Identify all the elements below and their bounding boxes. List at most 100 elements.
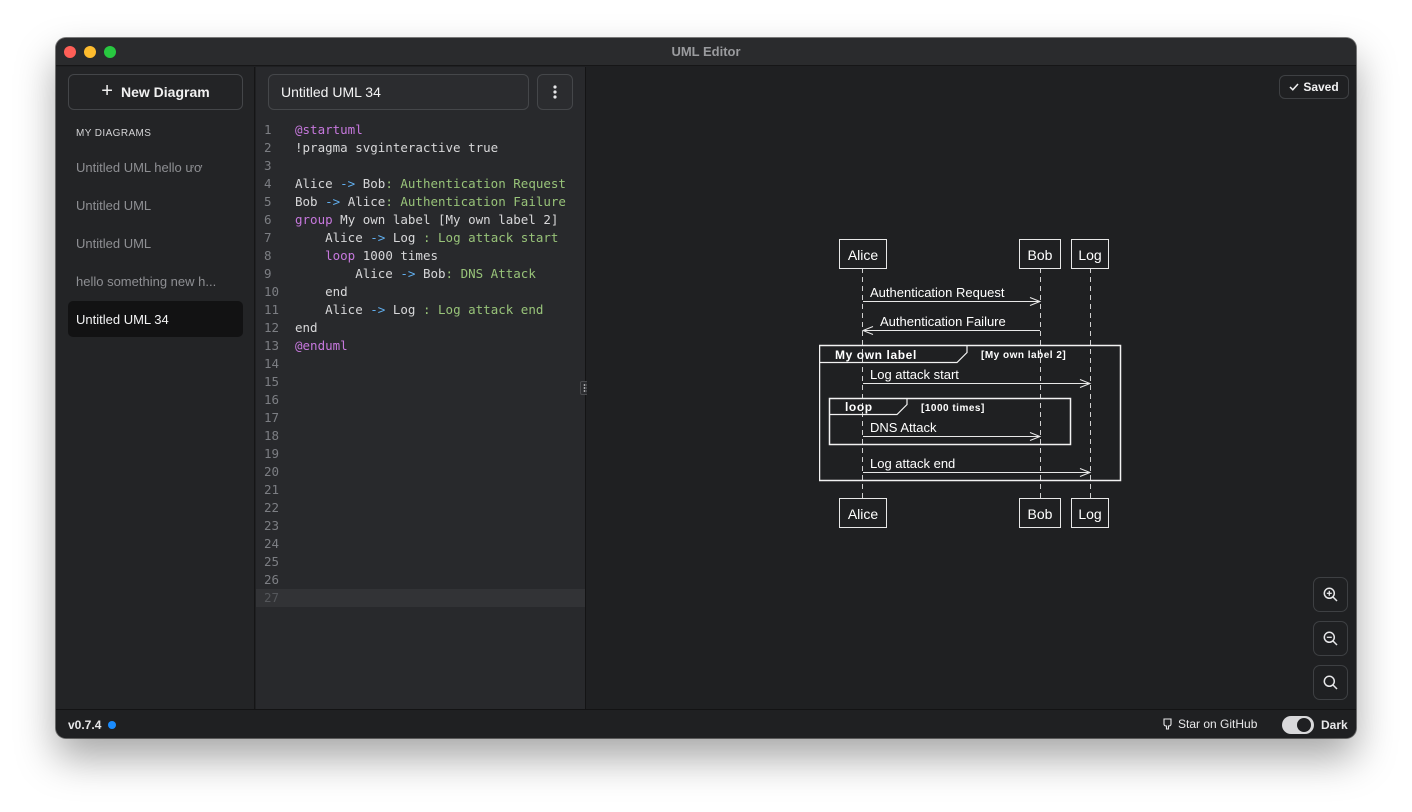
diagram-list-item[interactable]: Untitled UML 34: [68, 301, 243, 337]
diagram-list: Untitled UML hello ươ Untitled UML Untitle…: [68, 149, 243, 339]
line-number: 27: [264, 590, 280, 605]
line-number: 10: [264, 284, 280, 299]
code-line[interactable]: 22: [256, 499, 585, 517]
message-auth-request[interactable]: Authentication Request: [863, 285, 1042, 306]
saved-label: Saved: [1303, 80, 1339, 94]
code-text: end: [295, 284, 348, 299]
message-log-attack-end[interactable]: Log attack end: [863, 456, 1092, 477]
code-line[interactable]: 24: [256, 535, 585, 553]
code-line[interactable]: 9 Alice -> Bob: DNS Attack: [256, 265, 585, 283]
code-line[interactable]: 5 Bob -> Alice: Authentication Failure: [256, 193, 585, 211]
diagram-list-item[interactable]: Untitled UML hello ươ: [68, 149, 243, 185]
code-area[interactable]: 1 @startuml 2 !pragma svginteractive true 3 4…: [256, 121, 585, 607]
code-line[interactable]: 8 loop 1000 times: [256, 247, 585, 265]
line-number: 22: [264, 500, 280, 515]
document-title-input[interactable]: Untitled UML 34: [268, 74, 529, 110]
code-line[interactable]: 12 end: [256, 319, 585, 337]
diagram-list-item[interactable]: Untitled UML: [68, 225, 243, 261]
svg-text:Log attack end: Log attack end: [870, 456, 955, 471]
message-log-attack-start[interactable]: Log attack start: [863, 367, 1092, 388]
code-line[interactable]: 7 Alice -> Log : Log attack start: [256, 229, 585, 247]
svg-text:Log: Log: [1078, 506, 1101, 522]
line-number: 6: [264, 212, 272, 227]
diagram-list-item[interactable]: Untitled UML: [68, 187, 243, 223]
more-vertical-icon: [553, 85, 557, 99]
code-line[interactable]: 10 end: [256, 283, 585, 301]
code-line[interactable]: 26: [256, 571, 585, 589]
loop-frame: loop [1000 times]: [828, 397, 1072, 446]
code-line[interactable]: 6 group My own label [My own label 2]: [256, 211, 585, 229]
zoom-out-button[interactable]: [1313, 621, 1348, 656]
code-line[interactable]: 25: [256, 553, 585, 571]
line-number: 4: [264, 176, 272, 191]
minimize-window-button[interactable]: [84, 46, 96, 58]
svg-text:DNS Attack: DNS Attack: [870, 420, 937, 435]
svg-text:Bob: Bob: [1028, 247, 1053, 263]
code-line[interactable]: 20: [256, 463, 585, 481]
zoom-reset-button[interactable]: [1313, 665, 1348, 700]
code-line[interactable]: 2 !pragma svginteractive true: [256, 139, 585, 157]
line-number: 11: [264, 302, 280, 317]
svg-text:Log attack start: Log attack start: [870, 367, 959, 382]
line-number: 19: [264, 446, 280, 461]
svg-text:Alice: Alice: [848, 506, 879, 522]
code-line[interactable]: 16: [256, 391, 585, 409]
participant-log-bottom[interactable]: Log: [1071, 498, 1109, 528]
participant-alice-top[interactable]: Alice: [839, 239, 887, 269]
maximize-window-button[interactable]: [104, 46, 116, 58]
sidebar: + New Diagram MY DIAGRAMS Untitled UML h…: [56, 67, 255, 709]
new-diagram-button[interactable]: + New Diagram: [68, 74, 243, 110]
message-auth-failure[interactable]: Authentication Failure: [861, 314, 1040, 335]
svg-text:Alice: Alice: [848, 247, 879, 263]
svg-text:Authentication Failure: Authentication Failure: [880, 314, 1006, 329]
code-line[interactable]: 23: [256, 517, 585, 535]
line-number: 17: [264, 410, 280, 425]
diagram-preview: Saved Alice Bob Log Authentication Reque…: [587, 67, 1356, 709]
code-line[interactable]: 13 @enduml: [256, 337, 585, 355]
code-line[interactable]: 15: [256, 373, 585, 391]
message-dns-attack[interactable]: DNS Attack: [863, 420, 1042, 441]
code-line[interactable]: 1 @startuml: [256, 121, 585, 139]
code-text: Alice -> Log : Log attack start: [295, 230, 559, 245]
code-line[interactable]: 11 Alice -> Log : Log attack end: [256, 301, 585, 319]
version-indicator: v0.7.4: [68, 718, 117, 732]
code-line[interactable]: 17: [256, 409, 585, 427]
code-line[interactable]: 14: [256, 355, 585, 373]
line-number: 24: [264, 536, 280, 551]
code-line[interactable]: 19: [256, 445, 585, 463]
code-editor-panel: Untitled UML 34 1 @startuml 2 !pragma svgin…: [256, 67, 586, 709]
code-text: Alice -> Bob: Authentication Request: [295, 176, 566, 191]
search-icon: [1323, 675, 1338, 690]
diagram-list-item[interactable]: hello something new h...: [68, 263, 243, 299]
svg-text:loop: loop: [845, 400, 873, 414]
line-number: 20: [264, 464, 280, 479]
code-text: @startuml: [295, 122, 363, 137]
theme-toggle[interactable]: [1282, 716, 1314, 734]
code-line[interactable]: 3: [256, 157, 585, 175]
line-number: 8: [264, 248, 272, 263]
code-line[interactable]: 4 Alice -> Bob: Authentication Request: [256, 175, 585, 193]
code-line[interactable]: 21: [256, 481, 585, 499]
svg-text:My own label: My own label: [835, 348, 917, 362]
check-icon: [1289, 83, 1299, 91]
code-line[interactable]: 27: [256, 589, 585, 607]
plus-icon: +: [101, 80, 113, 102]
svg-text:Authentication Request: Authentication Request: [870, 285, 1005, 300]
title-bar: UML Editor: [56, 38, 1356, 66]
saved-status-badge: Saved: [1279, 75, 1349, 99]
code-text: Bob -> Alice: Authentication Failure: [295, 194, 566, 209]
toggle-knob: [1297, 718, 1311, 732]
close-window-button[interactable]: [64, 46, 76, 58]
participant-log-top[interactable]: Log: [1071, 239, 1109, 269]
app-window: UML Editor + New Diagram MY DIAGRAMS Unt…: [56, 38, 1356, 738]
zoom-out-icon: [1323, 631, 1338, 646]
participant-alice-bottom[interactable]: Alice: [839, 498, 887, 528]
participant-bob-top[interactable]: Bob: [1019, 239, 1061, 269]
star-on-github-link[interactable]: Star on GitHub: [1162, 717, 1257, 731]
zoom-in-button[interactable]: [1313, 577, 1348, 612]
version-label: v0.7.4: [68, 718, 102, 732]
code-line[interactable]: 18: [256, 427, 585, 445]
participant-bob-bottom[interactable]: Bob: [1019, 498, 1061, 528]
more-options-button[interactable]: [537, 74, 573, 110]
sequence-diagram: Alice Bob Log Authentication Request Aut…: [819, 239, 1122, 528]
